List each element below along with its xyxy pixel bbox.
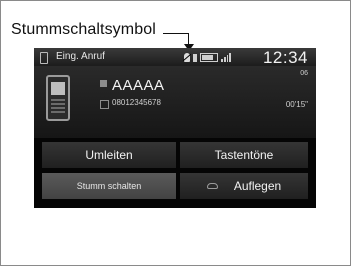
figure-frame: Stummschaltsymbol Eing. Anruf 12:34 AAAA…: [0, 0, 351, 266]
mute-button[interactable]: Stumm schalten: [42, 173, 176, 199]
call-info: AAAAA 08012345678 06 00'15": [34, 66, 316, 138]
status-icons: [184, 52, 231, 63]
contact-number: 08012345678: [112, 98, 161, 107]
clock: 12:34: [262, 48, 308, 67]
phone-call-screen: Eing. Anruf 12:34 AAAAA 08012345678 06 0…: [34, 48, 316, 208]
mute-icon: [184, 53, 190, 62]
callout-label: Stummschaltsymbol: [11, 21, 156, 38]
call-duration: 00'15": [285, 100, 308, 109]
hangup-icon: [206, 183, 218, 189]
mobile-phone-icon: [46, 75, 70, 121]
signal-icon: [221, 53, 231, 62]
status-bar: Eing. Anruf 12:34: [34, 48, 316, 67]
status-title: Eing. Anruf: [56, 51, 105, 62]
phone-icon: [40, 52, 48, 64]
hang-up-label: Auflegen: [233, 179, 282, 193]
signal-strength-label: 06: [300, 70, 308, 77]
callout-line: [163, 33, 189, 34]
hang-up-button[interactable]: Auflegen: [180, 173, 308, 199]
bluetooth-icon: [193, 53, 197, 62]
contact-icon: [100, 80, 107, 87]
redirect-button[interactable]: Umleiten: [42, 142, 176, 168]
number-icon: [100, 100, 109, 109]
battery-icon: [200, 53, 218, 62]
keypad-tones-button[interactable]: Tastentöne: [180, 142, 308, 168]
contact-name: AAAAA: [112, 77, 165, 94]
